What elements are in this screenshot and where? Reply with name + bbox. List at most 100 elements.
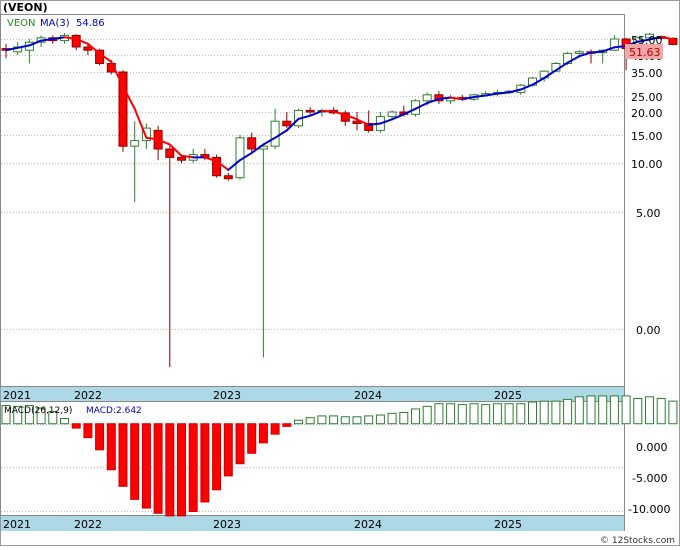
macd-bar [645, 396, 654, 425]
macd-bar [656, 398, 666, 425]
macd-bar [574, 396, 584, 425]
macd-bar [106, 423, 116, 471]
macd-bar [539, 400, 549, 425]
x-tick-label: 2023 [213, 389, 241, 402]
ma-segment [496, 91, 511, 95]
macd-bar [516, 403, 526, 425]
macd-bar [165, 423, 175, 517]
y-tick-label: 5.00 [636, 207, 661, 220]
y-tick-label: 20.00 [631, 107, 663, 120]
candle-body [574, 51, 584, 54]
macd-bar [294, 419, 303, 425]
candle-body [223, 175, 233, 180]
macd-bar [399, 411, 409, 425]
macd-bar [317, 415, 327, 425]
macd-bar [247, 423, 257, 454]
x-tick-label: 2024 [354, 389, 382, 402]
macd-bar [235, 423, 245, 465]
macd-bar [95, 423, 105, 451]
candle-body [247, 137, 257, 150]
macd-bar [598, 395, 608, 425]
macd-bar [528, 401, 537, 425]
macd-bar [118, 423, 128, 487]
macd-bar [411, 408, 420, 425]
macd-bar [200, 423, 210, 503]
macd-bar [563, 398, 573, 425]
macd-bar [668, 400, 678, 425]
candle-body [83, 46, 93, 51]
x-tick-label: 2021 [3, 389, 31, 402]
candle-body [305, 109, 315, 113]
ma-segment [437, 96, 452, 100]
x-tick-label: 2025 [494, 518, 522, 531]
y-tick-label: 15.00 [631, 130, 663, 143]
macd-bar [633, 398, 643, 425]
macd-bar [223, 423, 233, 477]
macd-bar [469, 403, 479, 425]
macd-value: MACD:2.642 [86, 406, 142, 416]
macd-bar [621, 395, 631, 425]
ma-segment [367, 122, 382, 126]
candle-body [282, 120, 292, 127]
ma-segment [320, 110, 335, 113]
legend-ma-label: MA(3) [40, 18, 70, 29]
candle-body [387, 111, 397, 118]
macd-y-tick-label: 0.000 [636, 441, 668, 454]
candle-body [130, 140, 140, 147]
macd-bar [422, 405, 432, 425]
macd-bar [352, 416, 362, 425]
last-price-label: 51.63 [629, 46, 661, 59]
macd-bar [481, 404, 491, 425]
macd-bar [83, 423, 93, 439]
macd-bar [71, 423, 81, 429]
ticker-title: (VEON) [3, 1, 48, 14]
macd-bar [141, 423, 151, 509]
macd-bar [492, 403, 502, 425]
macd-bar [434, 403, 444, 425]
candle-body [422, 94, 432, 102]
candle-body [118, 71, 128, 147]
macd-bar [212, 423, 222, 491]
macd-bar [375, 414, 385, 425]
x-tick-label: 2022 [74, 389, 102, 402]
x-tick-label: 2021 [3, 518, 31, 531]
y-tick-label: 35.00 [631, 67, 663, 80]
macd-bar [329, 415, 339, 425]
macd-bar [340, 416, 350, 425]
chart-svg: (VEON) VEON MA(3) 54.86 55.00 45.00 35.0… [0, 0, 680, 546]
macd-bar [258, 423, 268, 444]
macd-bar [457, 404, 467, 425]
macd-bar [130, 423, 140, 500]
legend-ma-value: 54.86 [76, 18, 105, 29]
x-tick-label: 2022 [74, 518, 102, 531]
candle-body [177, 156, 186, 161]
macd-bar [305, 417, 315, 425]
macd-y-tick-label: -5.000 [632, 472, 667, 485]
macd-bar [282, 423, 292, 427]
macd-bar [153, 423, 163, 514]
macd-bar [609, 395, 619, 425]
x-tick-label: 2023 [213, 518, 241, 531]
candle-body [270, 120, 280, 147]
macd-bar [177, 423, 186, 517]
macd-y-tick-label: -10.000 [628, 503, 670, 516]
macd-bar [551, 400, 561, 425]
y-tick-label: 0.00 [636, 324, 661, 337]
macd-bar [60, 418, 69, 425]
macd-bar [586, 395, 596, 425]
ma-segment [590, 50, 604, 54]
macd-bar [364, 415, 374, 425]
x-tick-label: 2025 [494, 389, 522, 402]
y-tick-label: 25.00 [631, 91, 663, 104]
macd-bar [504, 403, 514, 425]
y-tick-label: 10.00 [631, 158, 663, 171]
x-tick-label: 2024 [354, 518, 382, 531]
footer-credit: © 12Stocks.com [600, 536, 675, 546]
macd-bar [270, 423, 280, 435]
legend-symbol: VEON [7, 18, 36, 29]
macd-title: MACD(26,12,9) [4, 406, 72, 416]
macd-bar [446, 403, 456, 425]
stock-chart: (VEON) VEON MA(3) 54.86 55.00 45.00 35.0… [0, 0, 680, 546]
macd-bar [188, 423, 198, 513]
candle-body [165, 148, 175, 158]
